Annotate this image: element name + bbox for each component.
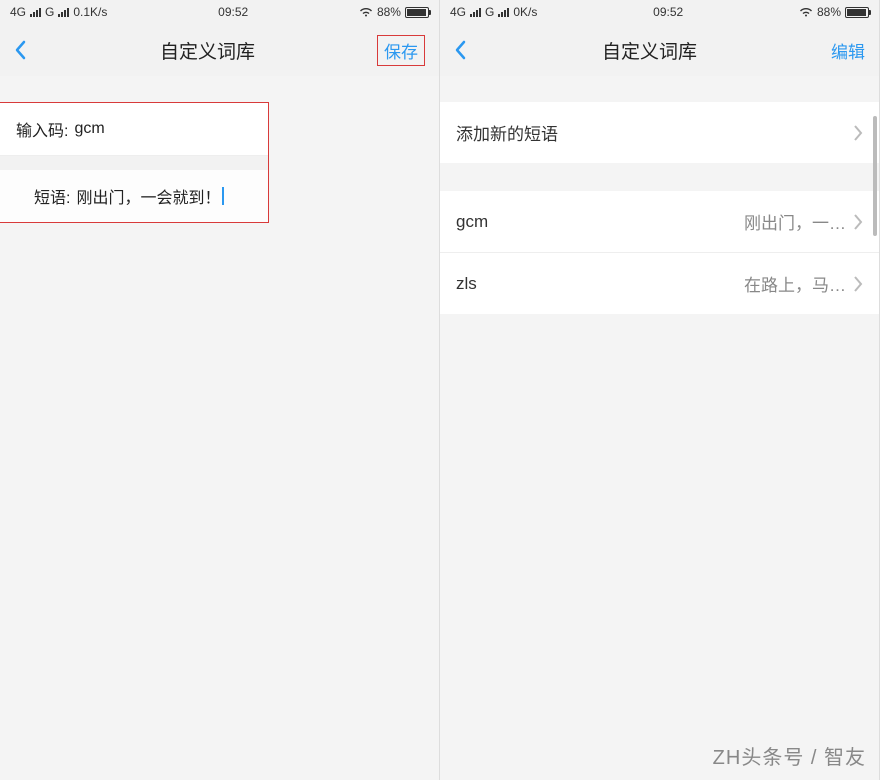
status-time: 09:52: [653, 5, 683, 19]
net-label: 4G: [10, 5, 26, 19]
chevron-right-icon: [854, 214, 863, 230]
input-code-row[interactable]: 输入码: gcm: [0, 103, 268, 156]
battery-pct: 88%: [817, 5, 841, 19]
net-label: 4G: [450, 5, 466, 19]
phrase-preview: 刚出门，一…: [744, 209, 846, 234]
phrase-row[interactable]: 短语: 刚出门，一会就到！: [0, 170, 268, 222]
back-button[interactable]: [14, 40, 38, 60]
signal-bars-icon: [58, 7, 69, 17]
phrase-code: gcm: [456, 212, 488, 232]
sim-label: G: [485, 5, 494, 19]
input-code-label: 输入码:: [16, 117, 68, 141]
battery-icon: [845, 7, 869, 18]
wifi-icon: [799, 7, 813, 17]
add-phrase-label: 添加新的短语: [456, 120, 558, 145]
page-title: 自定义词库: [602, 37, 697, 64]
status-bar: 4G G 0K/s 09:52 88%: [440, 0, 879, 24]
watermark: ZH头条号 / 智友: [713, 741, 866, 770]
status-bar: 4G G 0.1K/s 09:52 88%: [0, 0, 439, 24]
data-speed: 0K/s: [513, 5, 537, 19]
chevron-right-icon: [854, 125, 863, 141]
save-button[interactable]: 保存: [377, 35, 425, 66]
back-button[interactable]: [454, 40, 478, 60]
signal-bars-icon: [498, 7, 509, 17]
text-cursor-icon: [222, 187, 224, 205]
nav-bar: 自定义词库 编辑: [440, 24, 879, 76]
phrase-code: zls: [456, 274, 477, 294]
data-speed: 0.1K/s: [73, 5, 107, 19]
sim-label: G: [45, 5, 54, 19]
content-area: 输入码: gcm 短语: 刚出门，一会就到！: [0, 76, 439, 780]
phrase-item[interactable]: gcm 刚出门，一…: [440, 191, 879, 252]
page-title: 自定义词库: [160, 37, 255, 64]
phrase-preview: 在路上，马…: [744, 271, 846, 296]
highlighted-form: 输入码: gcm 短语: 刚出门，一会就到！: [0, 102, 269, 223]
edit-button[interactable]: 编辑: [821, 38, 865, 63]
wifi-icon: [359, 7, 373, 17]
phrase-label: 短语:: [34, 184, 70, 208]
scrollbar[interactable]: [873, 116, 877, 236]
phrase-item[interactable]: zls 在路上，马…: [440, 252, 879, 314]
phrase-value: 刚出门，一会就到！: [76, 184, 220, 208]
battery-pct: 88%: [377, 5, 401, 19]
status-time: 09:52: [218, 5, 248, 19]
add-phrase-row[interactable]: 添加新的短语: [440, 102, 879, 163]
screen-list: 4G G 0K/s 09:52 88% 自定义词库 编辑 添加新的短语: [440, 0, 880, 780]
content-area: 添加新的短语 gcm 刚出门，一… zls 在路上，马…: [440, 76, 879, 780]
nav-bar: 自定义词库 保存: [0, 24, 439, 76]
screen-edit: 4G G 0.1K/s 09:52 88% 自定义词库 保存 输入码: gcm: [0, 0, 440, 780]
battery-icon: [405, 7, 429, 18]
signal-bars-icon: [470, 7, 481, 17]
chevron-right-icon: [854, 276, 863, 292]
input-code-value: gcm: [74, 120, 104, 138]
signal-bars-icon: [30, 7, 41, 17]
